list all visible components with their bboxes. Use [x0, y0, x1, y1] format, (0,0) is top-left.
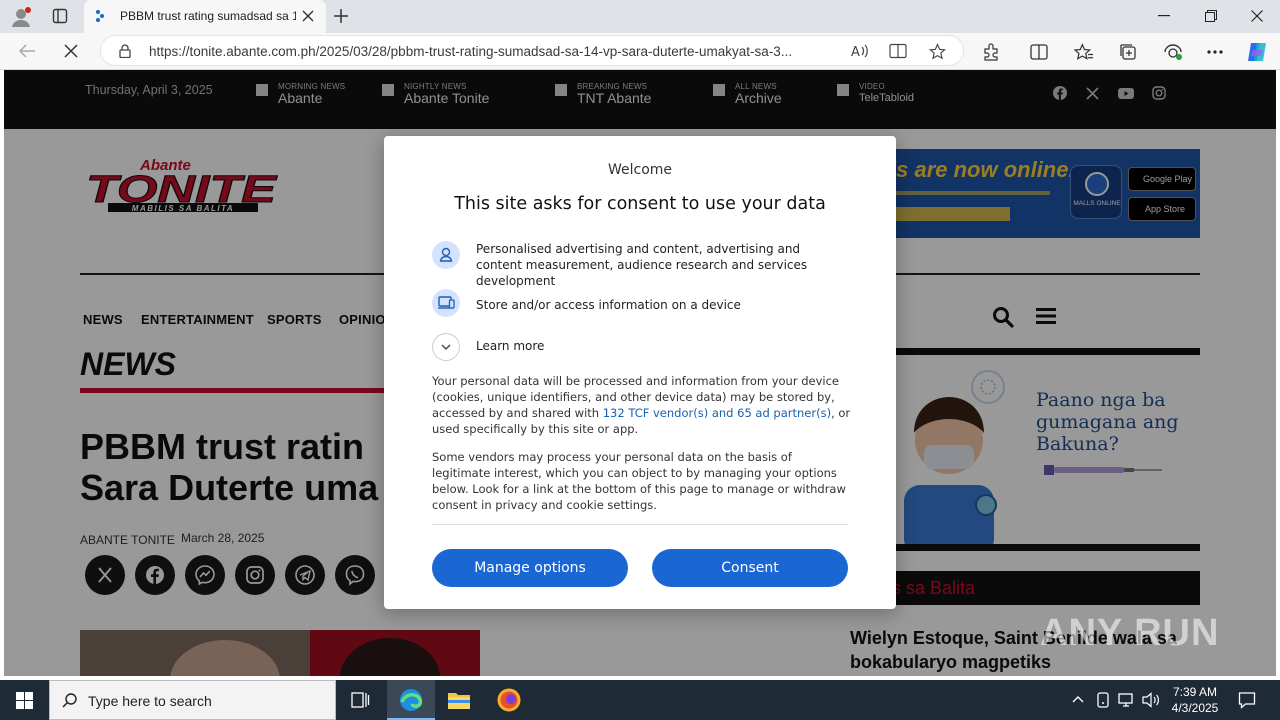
anyrun-watermark: ANY RUN [1040, 612, 1220, 654]
windows-taskbar: Type here to search 7:39 AM 4/3/2025 [0, 680, 1280, 720]
vendors-link[interactable]: 132 TCF vendor(s) and 65 ad partner(s) [603, 406, 831, 420]
close-tab-icon[interactable] [302, 10, 314, 22]
consent-welcome: Welcome [607, 162, 673, 178]
url-text[interactable]: https://tonite.abante.com.ph/2025/03/28/… [149, 44, 839, 59]
taskbar-search-placeholder[interactable]: Type here to search [88, 693, 212, 709]
tab-actions-icon[interactable] [52, 8, 68, 24]
taskbar-time: 7:39 AM [1172, 685, 1218, 699]
manage-options-button[interactable]: Manage options [432, 549, 628, 587]
restore-icon[interactable] [1205, 10, 1217, 22]
consent-dialog: Welcome This site asks for consent to us… [384, 136, 896, 609]
consent-paragraph-1: Your personal data will be processed and… [432, 374, 851, 436]
favorite-star-icon[interactable] [929, 43, 946, 60]
volume-icon[interactable] [1142, 692, 1160, 708]
profile-icon[interactable] [10, 6, 32, 28]
notifications-icon[interactable] [1238, 691, 1256, 709]
purpose-device-storage-text: Store and/or access information on a dev… [476, 298, 741, 312]
file-explorer-icon[interactable] [435, 680, 483, 720]
favorites-icon[interactable] [1074, 43, 1094, 61]
address-toolbar: https://tonite.abante.com.ph/2025/03/28/… [0, 33, 1280, 70]
network-icon[interactable] [1118, 692, 1136, 708]
new-tab-icon[interactable] [333, 8, 349, 24]
address-bar[interactable]: https://tonite.abante.com.ph/2025/03/28/… [100, 35, 964, 66]
read-aloud-icon[interactable]: A [851, 43, 869, 59]
show-hidden-icons-chevron-icon[interactable] [1072, 694, 1084, 706]
consent-title: This site asks for consent to use your d… [454, 194, 826, 214]
firefox-icon[interactable] [485, 680, 533, 720]
back-icon[interactable] [18, 43, 36, 59]
learn-more-label[interactable]: Learn more [476, 339, 544, 353]
edge-taskbar-icon[interactable] [387, 680, 435, 720]
collections-icon[interactable] [1119, 43, 1137, 61]
tab-title: PBBM trust rating sumadsad sa 1 [120, 9, 296, 23]
search-icon [62, 692, 78, 708]
minimize-icon[interactable] [1158, 15, 1170, 17]
browser-tab-bar: PBBM trust rating sumadsad sa 1 [0, 0, 1280, 33]
taskbar-date: 4/3/2025 [1171, 701, 1219, 715]
active-tab[interactable]: PBBM trust rating sumadsad sa 1 [84, 0, 326, 33]
consent-paragraph-2: Some vendors may process your personal d… [432, 450, 846, 512]
close-window-icon[interactable] [1251, 10, 1263, 22]
taskbar-search-box[interactable]: Type here to search [49, 680, 336, 720]
consent-button[interactable]: Consent [652, 549, 848, 587]
split-screen-icon[interactable] [1030, 43, 1048, 61]
lock-icon[interactable] [119, 44, 131, 58]
task-view-icon[interactable] [336, 680, 384, 720]
immersive-reader-icon[interactable] [889, 43, 907, 59]
device-icon[interactable] [1096, 692, 1110, 708]
tab-favicon-icon [94, 8, 106, 24]
stop-loading-icon[interactable] [64, 44, 78, 58]
svg-text:A: A [851, 45, 860, 59]
person-icon [432, 241, 460, 269]
more-menu-icon[interactable] [1207, 50, 1223, 54]
extensions-icon[interactable] [982, 43, 1000, 61]
windows-start-icon[interactable] [16, 692, 33, 709]
copilot-icon[interactable] [1245, 40, 1269, 64]
devices-icon [432, 289, 460, 317]
browser-essentials-icon[interactable] [1163, 43, 1183, 61]
purpose-personalised-ads-text: Personalised advertising and content, ad… [476, 242, 808, 288]
taskbar-clock[interactable]: 7:39 AM 4/3/2025 [1168, 684, 1222, 716]
consent-divider [432, 524, 848, 525]
chevron-down-icon[interactable] [432, 333, 460, 361]
